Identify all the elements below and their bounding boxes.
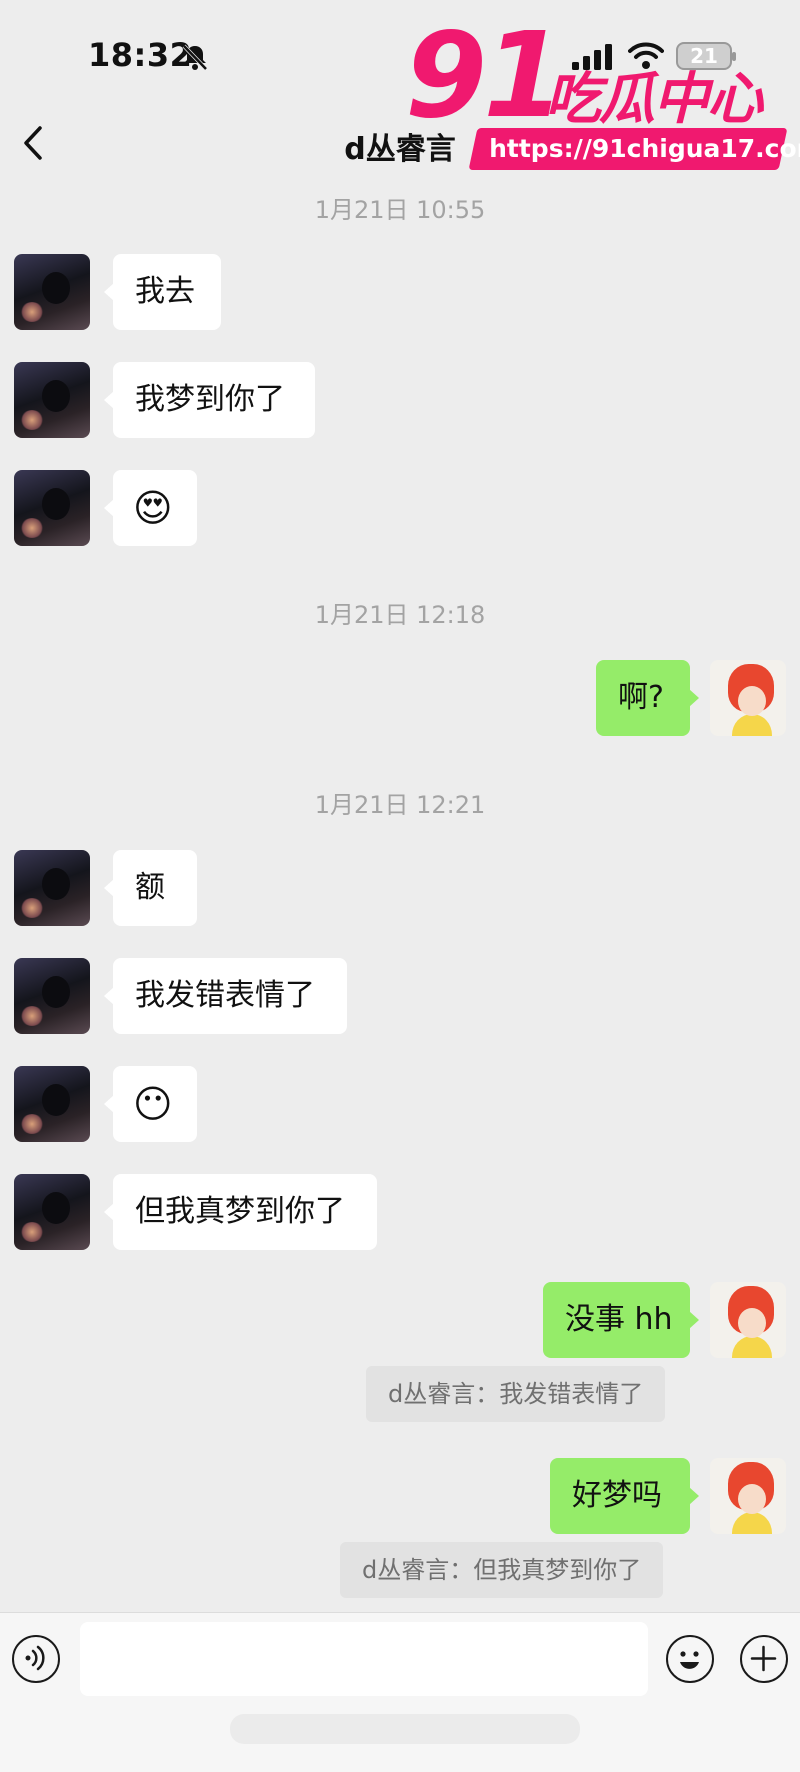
quoted-reply[interactable]: d丛睿言：我发错表情了 (366, 1366, 666, 1422)
my-avatar[interactable] (710, 660, 786, 736)
message-bubble-received[interactable]: 但我真梦到你了 (104, 1174, 377, 1250)
emoji-face: 😶 (133, 1082, 173, 1126)
watermark-url-banner: https://91chigua17.com (468, 128, 800, 170)
message-text: 额 (135, 870, 165, 905)
message-bubble-received[interactable]: 我去 (104, 254, 221, 330)
watermark-number: 91 (405, 6, 565, 144)
timestamp: 1月21日 12:18 (314, 601, 486, 629)
message-bubble-sent[interactable]: 没事 hh (543, 1282, 699, 1358)
message-bubble-received[interactable]: 😍 (104, 470, 197, 546)
message-bubble-received[interactable]: 😶 (104, 1066, 197, 1142)
message-text: 我去 (135, 274, 195, 309)
contact-avatar[interactable] (14, 362, 90, 438)
my-avatar[interactable] (710, 1282, 786, 1358)
message-bubble-sent[interactable]: 好梦吗 (550, 1458, 699, 1534)
emoji-heart-eyes: 😍 (133, 486, 173, 530)
contact-avatar[interactable] (14, 850, 90, 926)
message-text: 好梦吗 (572, 1478, 662, 1513)
message-text: 啊? (618, 680, 664, 715)
watermark: 91 吃瓜中心 https://91chigua17.com (405, 6, 800, 170)
timestamp: 1月21日 10:55 (314, 196, 486, 224)
plus-icon[interactable] (740, 1635, 788, 1683)
message-bubble-received[interactable]: 我发错表情了 (104, 958, 347, 1034)
status-time: 18:32 (88, 36, 193, 74)
contact-avatar[interactable] (14, 1174, 90, 1250)
blurred-suggestion-bar (230, 1714, 580, 1744)
message-text: 我发错表情了 (135, 978, 315, 1013)
watermark-url: https://91chigua17.com (489, 134, 800, 163)
contact-avatar[interactable] (14, 958, 90, 1034)
timestamp: 1月21日 12:21 (314, 791, 486, 819)
contact-avatar[interactable] (14, 1066, 90, 1142)
message-bubble-received[interactable]: 我梦到你了 (104, 362, 315, 438)
message-text: 我梦到你了 (135, 382, 285, 417)
message-bubble-sent[interactable]: 啊? (596, 660, 699, 736)
message-text: 但我真梦到你了 (135, 1194, 345, 1229)
contact-avatar[interactable] (14, 254, 90, 330)
voice-icon[interactable] (12, 1635, 60, 1683)
message-text: 没事 hh (565, 1302, 673, 1337)
message-bubble-received[interactable]: 额 (104, 850, 197, 926)
quoted-reply[interactable]: d丛睿言：但我真梦到你了 (340, 1542, 664, 1598)
emoji-icon[interactable] (666, 1635, 714, 1683)
watermark-text: 吃瓜中心 (545, 67, 763, 132)
contact-avatar[interactable] (14, 470, 90, 546)
my-avatar[interactable] (710, 1458, 786, 1534)
message-input[interactable] (80, 1622, 648, 1696)
bell-muted-icon (182, 44, 208, 71)
